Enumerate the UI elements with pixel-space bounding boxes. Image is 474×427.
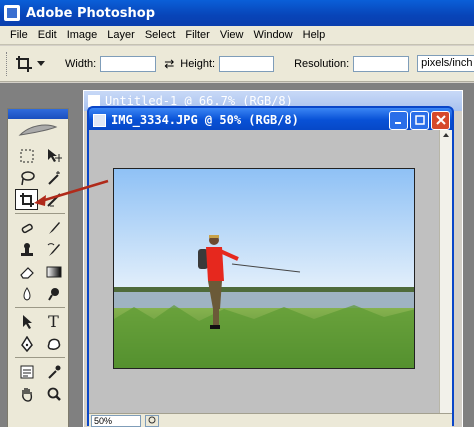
hand-tool[interactable] <box>15 383 38 404</box>
vertical-scrollbar[interactable] <box>439 130 452 413</box>
zoom-level-field[interactable]: 50% <box>91 414 141 427</box>
brush-icon <box>48 221 60 234</box>
brush-tool[interactable] <box>42 217 65 238</box>
maximize-button[interactable] <box>410 110 429 130</box>
pen-tool[interactable] <box>15 333 38 354</box>
width-label: Width: <box>65 57 97 70</box>
eyedropper-tool[interactable] <box>42 361 65 382</box>
menu-file[interactable]: File <box>5 26 33 45</box>
menu-bar: File Edit Image Layer Select Filter View… <box>0 26 474 45</box>
toolbox-title-bar[interactable] <box>8 109 68 119</box>
history-brush-tool[interactable] <box>42 239 65 260</box>
photo-image <box>114 169 414 368</box>
stamp-icon <box>20 242 33 256</box>
toolbox-divider <box>15 307 65 308</box>
dodge-icon <box>47 287 59 301</box>
feather-logo-icon[interactable] <box>8 119 68 141</box>
menu-filter[interactable]: Filter <box>180 26 214 45</box>
toolbox-divider <box>15 213 65 214</box>
app-title: Adobe Photoshop <box>26 5 156 21</box>
path-selection-icon <box>22 314 32 329</box>
blur-icon <box>23 286 30 301</box>
chevron-down-icon <box>37 60 45 66</box>
app-title-bar: Adobe Photoshop <box>0 0 474 26</box>
toolbox: T <box>7 108 69 427</box>
marquee-icon <box>20 149 33 162</box>
status-menu-button[interactable] <box>145 414 159 427</box>
menu-select[interactable]: Select <box>140 26 181 45</box>
menu-window[interactable]: Window <box>249 26 298 45</box>
eraser-tool[interactable] <box>15 261 38 282</box>
photoshop-icon <box>4 5 20 21</box>
healing-brush-tool[interactable] <box>15 217 38 238</box>
height-input[interactable] <box>219 55 275 72</box>
zoom-tool[interactable] <box>42 383 65 404</box>
height-label: Height: <box>180 57 216 70</box>
type-tool[interactable]: T <box>42 311 65 332</box>
active-document-title-bar[interactable]: IMG_3334.JPG @ 50% (RGB/8) <box>89 108 452 132</box>
zoom-icon <box>47 387 61 401</box>
document-content-area: 50% <box>89 130 452 427</box>
minimize-icon <box>395 121 401 124</box>
width-input[interactable] <box>100 55 157 72</box>
maximize-icon <box>414 115 425 125</box>
photo-canvas[interactable] <box>113 168 415 369</box>
healing-brush-icon <box>21 223 33 233</box>
tool-grid: T <box>8 141 68 404</box>
move-icon <box>47 148 62 162</box>
options-bar-grip[interactable] <box>6 51 7 76</box>
document-status-bar: 50% <box>89 413 452 427</box>
swap-dimensions-icon[interactable]: ⇄ <box>164 57 174 71</box>
history-brush-icon <box>47 242 60 256</box>
shape-tool[interactable] <box>42 333 65 354</box>
menu-layer[interactable]: Layer <box>102 26 140 45</box>
menu-view[interactable]: View <box>215 26 249 45</box>
type-icon: T <box>48 312 59 331</box>
pen-icon <box>20 335 33 352</box>
notes-icon <box>20 365 33 378</box>
lasso-icon <box>20 170 35 185</box>
slice-tool[interactable] <box>42 189 65 210</box>
path-selection-tool[interactable] <box>15 311 38 332</box>
shape-icon <box>47 338 60 350</box>
notes-tool[interactable] <box>15 361 38 382</box>
active-document-title: IMG_3334.JPG @ 50% (RGB/8) <box>111 113 299 127</box>
clone-stamp-tool[interactable] <box>15 239 38 260</box>
magic-wand-tool[interactable] <box>42 167 65 188</box>
document-icon <box>93 113 106 127</box>
lasso-tool[interactable] <box>15 167 38 188</box>
marquee-tool[interactable] <box>15 145 38 166</box>
dodge-tool[interactable] <box>42 283 65 304</box>
menu-help[interactable]: Help <box>298 26 331 45</box>
toolbox-divider <box>15 357 65 358</box>
scroll-up-icon[interactable] <box>440 130 452 140</box>
eyedropper-icon <box>47 365 60 379</box>
hand-icon <box>21 387 32 402</box>
blur-tool[interactable] <box>15 283 38 304</box>
magic-wand-icon <box>47 170 60 185</box>
minimize-button[interactable] <box>389 110 408 130</box>
menu-edit[interactable]: Edit <box>33 26 62 45</box>
resolution-label: Resolution: <box>294 57 350 70</box>
move-tool[interactable] <box>42 145 65 166</box>
gradient-tool[interactable] <box>42 261 65 282</box>
crop-icon <box>16 55 32 72</box>
slice-icon <box>46 192 61 207</box>
options-bar: Width: ⇄ Height: Resolution: pixels/inch <box>0 46 474 82</box>
eraser-icon <box>19 266 34 279</box>
close-button[interactable] <box>431 110 450 130</box>
close-icon <box>435 115 446 125</box>
crop-tool[interactable] <box>15 189 38 210</box>
tool-preset-picker[interactable] <box>15 55 45 73</box>
resolution-input[interactable] <box>353 55 410 72</box>
gradient-icon <box>46 266 61 277</box>
status-menu-icon <box>148 416 156 423</box>
resolution-unit-select[interactable]: pixels/inch <box>417 55 474 72</box>
crop-icon <box>19 192 34 207</box>
menu-image[interactable]: Image <box>62 26 103 45</box>
